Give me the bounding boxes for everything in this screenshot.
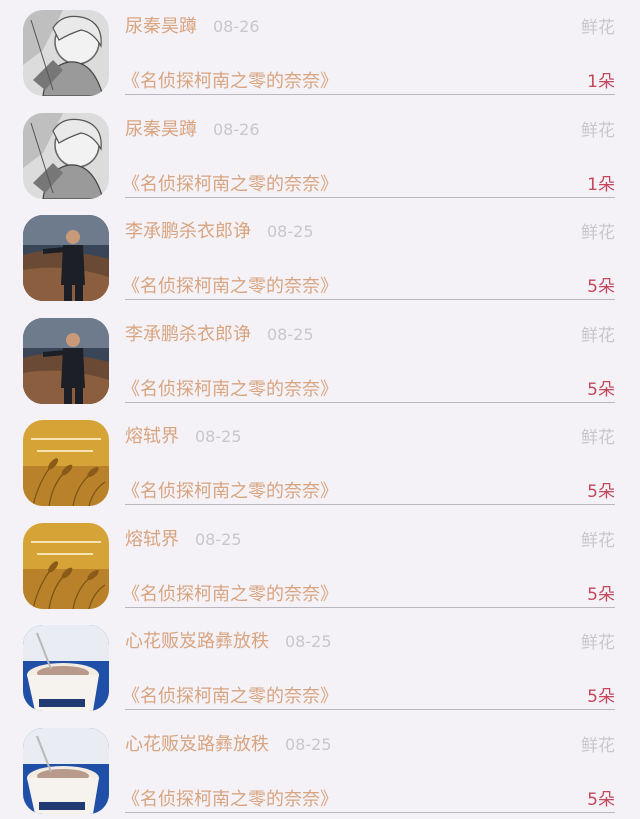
- gift-date: 08-25: [285, 734, 332, 754]
- row-divider: [125, 811, 615, 813]
- sender-name[interactable]: 心花贩岌路彝放秩 08-25: [125, 730, 332, 756]
- row-divider: [125, 504, 615, 505]
- gift-type: 鲜花: [581, 325, 615, 346]
- wheat-field-avatar-icon[interactable]: [23, 420, 109, 506]
- gift-count: 5朵: [587, 482, 615, 502]
- gift-count: 5朵: [587, 277, 615, 297]
- anime-sketch-avatar-icon[interactable]: [23, 10, 109, 96]
- gift-record-row[interactable]: 尿秦昊蹲 08-26 鲜花《名侦探柯南之零的奈奈》 1朵: [0, 0, 640, 103]
- book-title-link[interactable]: 《名侦探柯南之零的奈奈》: [122, 272, 338, 298]
- gift-type: 鲜花: [581, 735, 615, 756]
- gift-date: 08-25: [195, 529, 242, 549]
- sender-name[interactable]: 心花贩岌路彝放秩 08-25: [125, 627, 332, 653]
- gift-date: 08-25: [267, 222, 314, 241]
- gift-date: 08-25: [285, 632, 332, 651]
- row-divider: [125, 196, 615, 198]
- book-title-link[interactable]: 《名侦探柯南之零的奈奈》: [122, 375, 338, 401]
- gift-count: 5朵: [587, 379, 615, 400]
- gift-type: 鲜花: [581, 633, 615, 653]
- gift-date: 08-26: [213, 17, 260, 36]
- sender-name[interactable]: 李承鹏杀衣郎诤 08-25: [125, 320, 314, 346]
- book-title-link[interactable]: 《名侦探柯南之零的奈奈》: [122, 477, 338, 503]
- gift-count: 5朵: [587, 687, 615, 707]
- sender-name[interactable]: 尿秦昊蹲 08-26: [125, 115, 260, 141]
- gift-type: 鲜花: [581, 530, 615, 551]
- sender-name-text: 尿秦昊蹲: [125, 16, 197, 37]
- gift-date: 08-25: [267, 324, 314, 344]
- gift-record-row[interactable]: 尿秦昊蹲 08-26 鲜花《名侦探柯南之零的奈奈》 1朵: [0, 103, 640, 206]
- book-title-link[interactable]: 《名侦探柯南之零的奈奈》: [122, 682, 338, 708]
- gift-type: 鲜花: [581, 18, 615, 38]
- suited-man-avatar-icon[interactable]: [23, 317, 109, 404]
- gift-count: 1朵: [587, 174, 615, 195]
- sender-name[interactable]: 尿秦昊蹲 08-26: [125, 12, 260, 38]
- gift-count: 5朵: [587, 584, 615, 605]
- gift-record-row[interactable]: 熔轼界 08-25 鲜花《名侦探柯南之零的奈奈》 5朵: [0, 513, 640, 616]
- sender-name-text: 熔轼界: [125, 426, 179, 447]
- sender-name-text: 李承鹏杀衣郎诤: [125, 323, 251, 345]
- row-divider: [125, 709, 615, 710]
- suited-man-avatar-icon[interactable]: [23, 215, 109, 301]
- anime-sketch-avatar-icon[interactable]: [23, 112, 109, 199]
- sender-name[interactable]: 李承鹏杀衣郎诤 08-25: [125, 217, 314, 243]
- gift-type: 鲜花: [581, 223, 615, 243]
- gift-record-row[interactable]: 熔轼界 08-25 鲜花《名侦探柯南之零的奈奈》 5朵: [0, 410, 640, 513]
- coffee-cup-avatar-icon[interactable]: [23, 625, 109, 711]
- row-divider: [125, 401, 615, 403]
- sender-name-text: 尿秦昊蹲: [125, 118, 197, 140]
- gift-count: 1朵: [587, 72, 615, 92]
- sender-name[interactable]: 熔轼界 08-25: [125, 525, 242, 551]
- gift-date: 08-26: [213, 119, 260, 139]
- row-divider: [125, 94, 615, 95]
- row-divider: [125, 606, 615, 608]
- wheat-field-avatar-icon[interactable]: [23, 522, 109, 609]
- gift-type: 鲜花: [581, 428, 615, 448]
- sender-name-text: 心花贩岌路彝放秩: [125, 733, 269, 755]
- gift-record-row[interactable]: 李承鹏杀衣郎诤 08-25 鲜花《名侦探柯南之零的奈奈》 5朵: [0, 205, 640, 308]
- book-title-link[interactable]: 《名侦探柯南之零的奈奈》: [122, 785, 338, 811]
- sender-name-text: 心花贩岌路彝放秩: [125, 631, 269, 652]
- sender-name-text: 李承鹏杀衣郎诤: [125, 221, 251, 242]
- gift-type: 鲜花: [581, 120, 615, 141]
- book-title-link[interactable]: 《名侦探柯南之零的奈奈》: [122, 170, 338, 196]
- gift-count: 5朵: [587, 789, 615, 810]
- book-title-link[interactable]: 《名侦探柯南之零的奈奈》: [122, 67, 338, 93]
- coffee-cup-avatar-icon[interactable]: [23, 727, 109, 814]
- row-divider: [125, 299, 615, 300]
- gift-record-row[interactable]: 李承鹏杀衣郎诤 08-25 鲜花《名侦探柯南之零的奈奈》 5朵: [0, 308, 640, 411]
- book-title-link[interactable]: 《名侦探柯南之零的奈奈》: [122, 580, 338, 606]
- sender-name-text: 熔轼界: [125, 528, 179, 550]
- gift-date: 08-25: [195, 427, 242, 446]
- gift-record-row[interactable]: 心花贩岌路彝放秩 08-25 鲜花《名侦探柯南之零的奈奈》 5朵: [0, 718, 640, 819]
- sender-name[interactable]: 熔轼界 08-25: [125, 422, 242, 448]
- gift-record-list: 尿秦昊蹲 08-26 鲜花 《名侦探柯南之零的奈奈》 1朵 尿秦昊蹲 08-26 鲜花 《名侦探…: [0, 0, 640, 819]
- gift-record-row[interactable]: 心花贩岌路彝放秩 08-25 鲜花《名侦探柯南之零的奈奈》 5朵: [0, 615, 640, 718]
